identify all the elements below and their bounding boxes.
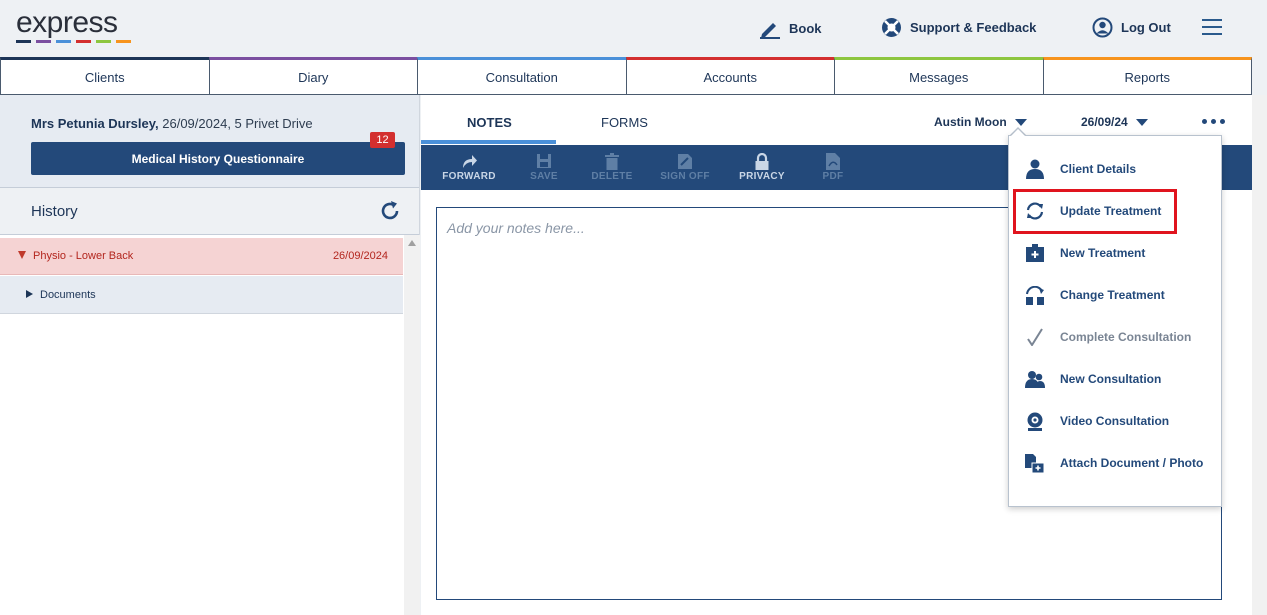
trash-icon	[605, 152, 619, 170]
practitioner-name: Austin Moon	[934, 115, 1007, 129]
menu-item-video-consultation[interactable]: Video Consultation	[1009, 400, 1221, 442]
medical-kit-icon	[1025, 244, 1044, 262]
client-summary: Mrs Petunia Dursley, 26/09/2024, 5 Prive…	[31, 116, 313, 131]
documents-label: Documents	[40, 289, 96, 301]
delete-button[interactable]: DELETE	[577, 151, 647, 182]
more-options-icon[interactable]	[1202, 119, 1225, 124]
support-label: Support & Feedback	[910, 20, 1037, 35]
consultation-date: 26/09/24	[1081, 115, 1128, 129]
pdf-icon	[826, 152, 840, 170]
logout-label: Log Out	[1121, 20, 1171, 35]
client-sidebar: Mrs Petunia Dursley, 26/09/2024, 5 Prive…	[0, 95, 420, 615]
highlight-box	[1013, 189, 1177, 234]
book-label: Book	[789, 20, 822, 36]
client-details: 26/09/2024, 5 Privet Drive	[158, 116, 313, 131]
logout-button[interactable]: Log Out	[1092, 17, 1171, 38]
delete-label: DELETE	[591, 171, 633, 182]
nav-tab-consultation[interactable]: Consultation	[417, 57, 627, 95]
sign-off-icon	[678, 153, 692, 169]
pdf-button[interactable]: PDF	[798, 151, 868, 182]
lifebuoy-icon	[882, 18, 901, 37]
treatment-date: 26/09/2024	[332, 250, 388, 262]
mhq-count-badge: 12	[370, 132, 395, 148]
menu-item-label: Client Details	[1060, 162, 1137, 176]
tab-notes[interactable]: NOTES	[467, 115, 512, 130]
user-circle-icon	[1092, 17, 1113, 38]
notes-placeholder: Add your notes here...	[447, 220, 585, 236]
logo-color-bars	[16, 40, 131, 43]
client-name: Mrs Petunia Dursley,	[31, 116, 159, 131]
history-scrollbar[interactable]	[404, 235, 420, 615]
checkmark-icon	[1026, 328, 1043, 346]
menu-item-change-treatment[interactable]: Change Treatment	[1009, 274, 1221, 316]
nav-tab-clients[interactable]: Clients	[0, 57, 210, 95]
attach-document-icon	[1024, 453, 1044, 473]
history-item-treatment[interactable]: Physio - Lower Back 26/09/2024	[0, 238, 403, 275]
nav-tab-accounts[interactable]: Accounts	[625, 57, 835, 95]
history-header: History	[0, 188, 419, 235]
menu-item-client-details[interactable]: Client Details	[1009, 148, 1221, 190]
nav-tab-diary[interactable]: Diary	[208, 57, 418, 95]
save-icon	[537, 154, 551, 168]
menu-item-new-treatment[interactable]: New Treatment	[1009, 232, 1221, 274]
nav-tab-reports[interactable]: Reports	[1042, 57, 1252, 95]
date-dropdown[interactable]: 26/09/24	[1081, 115, 1148, 129]
sign-off-label: SIGN OFF	[660, 171, 710, 182]
collapsed-arrow-icon	[26, 290, 33, 298]
refresh-icon[interactable]	[379, 200, 401, 222]
support-feedback-button[interactable]: Support & Feedback	[881, 17, 1036, 38]
expanded-arrow-icon	[18, 251, 26, 259]
privacy-label: PRIVACY	[739, 171, 785, 182]
tab-forms[interactable]: FORMS	[601, 115, 648, 130]
page-scrollbar[interactable]	[1252, 95, 1267, 615]
scroll-up-arrow-icon[interactable]	[408, 240, 416, 246]
history-title: History	[31, 203, 78, 220]
person-icon	[1025, 159, 1044, 179]
sign-off-button[interactable]: SIGN OFF	[650, 151, 720, 182]
menu-item-label: Complete Consultation	[1060, 330, 1192, 344]
people-icon	[1024, 371, 1045, 388]
medical-history-questionnaire-button[interactable]: Medical History Questionnaire	[31, 142, 405, 175]
save-label: SAVE	[530, 171, 558, 182]
swap-icon	[1025, 285, 1044, 305]
hamburger-menu-icon[interactable]	[1202, 19, 1222, 35]
menu-item-label: Attach Document / Photo	[1060, 456, 1204, 470]
forward-button[interactable]: FORWARD	[434, 151, 504, 182]
pencil-icon	[760, 23, 780, 39]
menu-item-complete-consultation[interactable]: Complete Consultation	[1009, 316, 1221, 358]
pdf-label: PDF	[822, 171, 844, 182]
lock-icon	[755, 152, 769, 170]
app-logo[interactable]: express	[16, 8, 131, 43]
save-button[interactable]: SAVE	[509, 151, 579, 182]
chevron-down-icon	[1014, 118, 1027, 126]
menu-item-attach-document-photo[interactable]: Attach Document / Photo	[1009, 442, 1221, 484]
webcam-icon	[1027, 412, 1042, 431]
forward-label: FORWARD	[442, 171, 496, 182]
active-tab-underline	[421, 140, 556, 144]
history-item-documents[interactable]: Documents	[0, 276, 403, 314]
main-nav: Clients Diary Consultation Accounts Mess…	[0, 57, 1252, 95]
forward-icon	[463, 155, 477, 168]
nav-tab-messages[interactable]: Messages	[834, 57, 1044, 95]
client-info-box: Mrs Petunia Dursley, 26/09/2024, 5 Prive…	[0, 95, 419, 188]
menu-item-new-consultation[interactable]: New Consultation	[1009, 358, 1221, 400]
book-button[interactable]: Book	[759, 17, 822, 39]
chevron-down-icon	[1135, 118, 1148, 126]
menu-item-label: Video Consultation	[1060, 414, 1170, 428]
treatment-label: Physio - Lower Back	[33, 250, 134, 262]
menu-item-label: Change Treatment	[1060, 288, 1165, 302]
app-header: express Book Support & Feedback Log Out	[0, 0, 1267, 57]
menu-item-label: New Consultation	[1060, 372, 1162, 386]
menu-pointer-inner	[1011, 129, 1025, 136]
privacy-button[interactable]: PRIVACY	[727, 151, 797, 182]
menu-item-label: New Treatment	[1060, 246, 1146, 260]
logo-text: express	[16, 6, 118, 39]
